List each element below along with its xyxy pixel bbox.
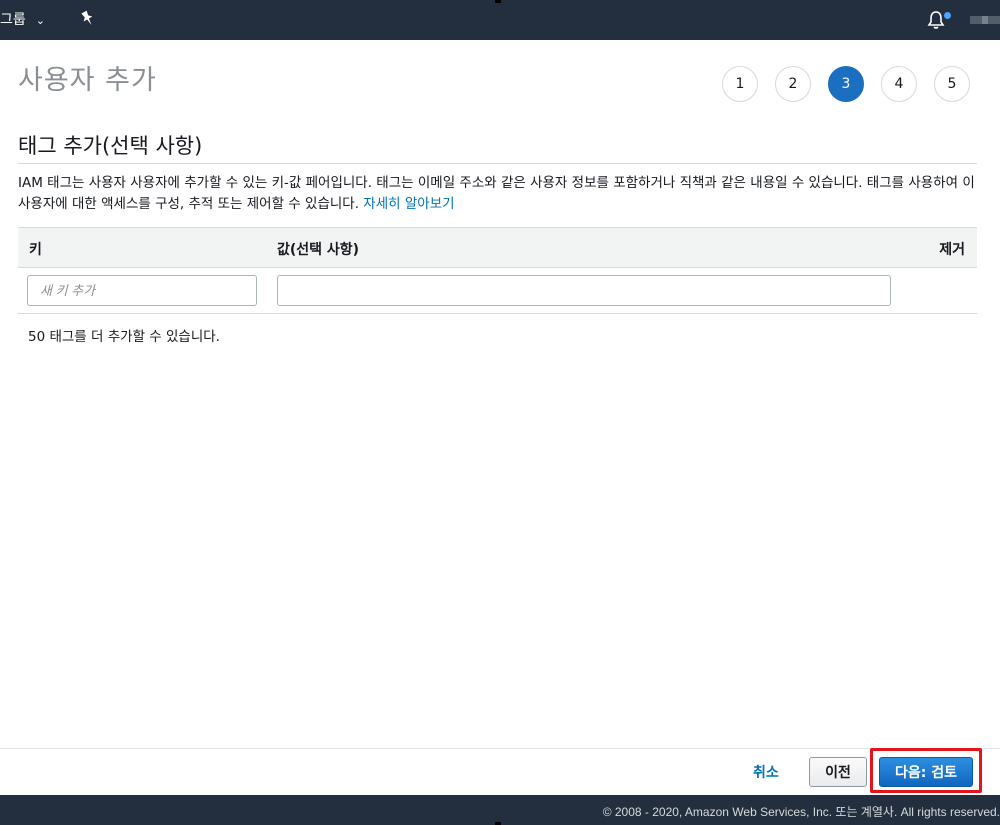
pin-icon[interactable] <box>80 10 96 28</box>
step-4: 4 <box>881 66 917 102</box>
top-nav-bar: 그룹 ⌄ <box>0 0 1000 40</box>
step-5: 5 <box>934 66 970 102</box>
column-header-value: 값(선택 사항) <box>277 242 360 258</box>
section-title: 태그 추가(선택 사항) <box>18 134 203 158</box>
notification-dot <box>944 12 951 19</box>
tag-table-header: 키 값(선택 사항) 제거 <box>18 227 977 268</box>
value-input[interactable] <box>277 275 891 306</box>
column-header-key: 키 <box>29 242 42 258</box>
description-text: IAM 태그는 사용자 사용자에 추가할 수 있는 키-값 페어입니다. 태그는… <box>18 175 975 212</box>
group-menu-label: 그룹 <box>0 12 26 28</box>
chevron-down-icon: ⌄ <box>35 13 45 27</box>
page-footer: © 2008 - 2020, Amazon Web Services, Inc.… <box>0 795 1000 825</box>
tags-description: IAM 태그는 사용자 사용자에 추가할 수 있는 키-값 페어입니다. 태그는… <box>18 173 980 215</box>
copyright-text: © 2008 - 2020, Amazon Web Services, Inc.… <box>602 805 1000 819</box>
learn-more-link[interactable]: 자세히 알아보기 <box>363 196 454 212</box>
group-menu[interactable]: 그룹 ⌄ <box>0 9 45 29</box>
step-1[interactable]: 1 <box>722 66 758 102</box>
page-title: 사용자 추가 <box>18 65 157 96</box>
bell-icon[interactable] <box>926 10 946 30</box>
section-divider <box>18 163 977 164</box>
account-menu[interactable] <box>970 16 1000 24</box>
next-review-button[interactable]: 다음: 검토 <box>879 757 973 787</box>
step-3-active: 3 <box>828 66 864 102</box>
table-row-divider <box>18 313 977 314</box>
column-header-remove: 제거 <box>939 242 965 258</box>
step-indicator: 1 2 3 4 5 <box>722 66 970 102</box>
top-notch <box>495 0 501 3</box>
actions-divider <box>0 748 1000 749</box>
previous-button[interactable]: 이전 <box>809 757 867 787</box>
step-2[interactable]: 2 <box>775 66 811 102</box>
new-key-input[interactable] <box>27 275 257 306</box>
cancel-button[interactable]: 취소 <box>753 762 779 782</box>
remaining-tags-text: 50 태그를 더 추가할 수 있습니다. <box>28 329 220 345</box>
